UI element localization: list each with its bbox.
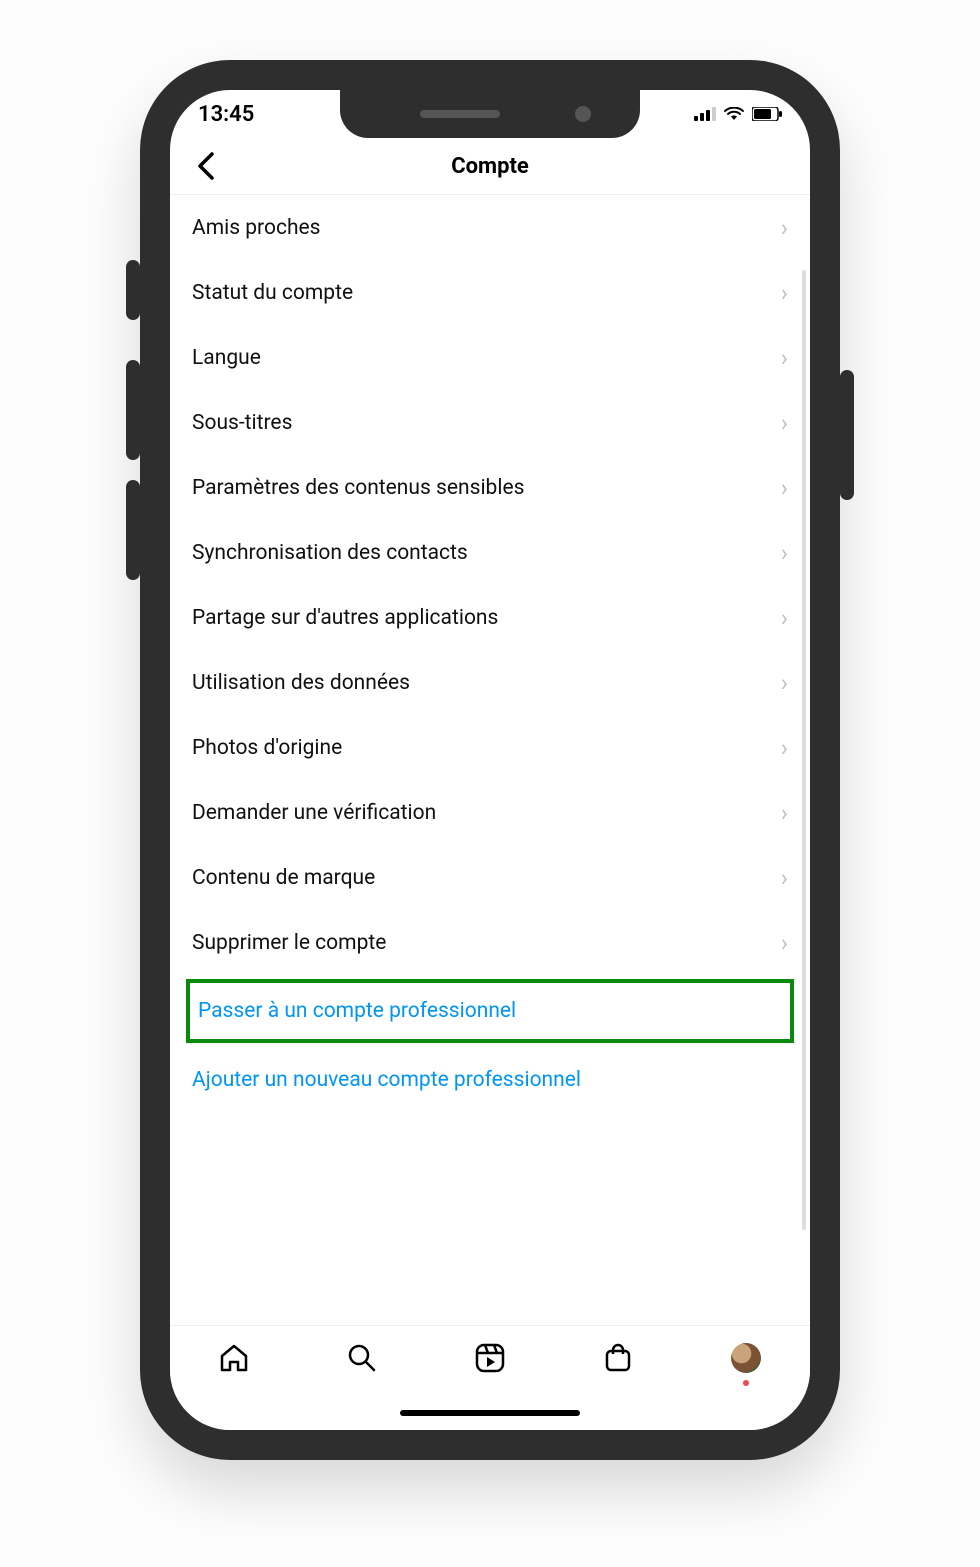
home-indicator [400, 1410, 580, 1416]
menu-item-label: Contenu de marque [192, 866, 375, 890]
wifi-icon [724, 107, 744, 121]
menu-item-switch-professional[interactable]: Passer à un compte professionnel [190, 983, 790, 1039]
tab-shop[interactable] [600, 1340, 636, 1376]
menu-item-label: Photos d'origine [192, 736, 342, 760]
home-icon [218, 1342, 250, 1374]
menu-item-label: Ajouter un nouveau compte professionnel [192, 1068, 581, 1092]
highlight-callout: Passer à un compte professionnel [186, 979, 794, 1043]
chevron-right-icon: › [781, 929, 788, 957]
menu-item-add-professional[interactable]: Ajouter un nouveau compte professionnel [170, 1047, 810, 1112]
volume-down-button [126, 480, 140, 580]
page-title: Compte [451, 154, 529, 179]
menu-item-close-friends[interactable]: Amis proches › [170, 195, 810, 260]
shop-icon [602, 1342, 634, 1374]
notch [340, 90, 640, 138]
menu-item-label: Langue [192, 346, 261, 370]
chevron-right-icon: › [781, 344, 788, 372]
chevron-left-icon [197, 152, 215, 180]
chevron-right-icon: › [781, 539, 788, 567]
menu-item-label: Synchronisation des contacts [192, 541, 468, 565]
battery-icon [752, 107, 782, 121]
menu-item-original-photos[interactable]: Photos d'origine › [170, 715, 810, 780]
status-indicators [694, 107, 782, 121]
cellular-signal-icon [694, 107, 716, 121]
status-time: 13:45 [198, 102, 254, 127]
screen: 13:45 Compte Amis proc [170, 90, 810, 1430]
menu-item-data-usage[interactable]: Utilisation des données › [170, 650, 810, 715]
phone-frame: 13:45 Compte Amis proc [140, 60, 840, 1460]
chevron-right-icon: › [781, 669, 788, 697]
tab-home[interactable] [216, 1340, 252, 1376]
menu-item-account-status[interactable]: Statut du compte › [170, 260, 810, 325]
settings-list: Amis proches › Statut du compte › Langue… [170, 195, 810, 1112]
scroll-indicator [802, 270, 806, 1230]
menu-item-contacts-sync[interactable]: Synchronisation des contacts › [170, 520, 810, 585]
menu-item-label: Supprimer le compte [192, 931, 386, 955]
chevron-right-icon: › [781, 604, 788, 632]
menu-item-captions[interactable]: Sous-titres › [170, 390, 810, 455]
menu-item-branded-content[interactable]: Contenu de marque › [170, 845, 810, 910]
menu-item-delete-account[interactable]: Supprimer le compte › [170, 910, 810, 975]
chevron-right-icon: › [781, 799, 788, 827]
menu-item-request-verification[interactable]: Demander une vérification › [170, 780, 810, 845]
tab-search[interactable] [344, 1340, 380, 1376]
menu-item-label: Paramètres des contenus sensibles [192, 476, 524, 500]
menu-item-sensitive-content[interactable]: Paramètres des contenus sensibles › [170, 455, 810, 520]
chevron-right-icon: › [781, 214, 788, 242]
nav-header: Compte [170, 138, 810, 195]
chevron-right-icon: › [781, 279, 788, 307]
search-icon [346, 1342, 378, 1374]
speaker-grille [420, 110, 500, 118]
menu-item-label: Utilisation des données [192, 671, 410, 695]
front-camera [575, 106, 591, 122]
menu-item-label: Statut du compte [192, 281, 353, 305]
menu-item-label: Sous-titres [192, 411, 292, 435]
volume-up-button [126, 360, 140, 460]
chevron-right-icon: › [781, 734, 788, 762]
chevron-right-icon: › [781, 409, 788, 437]
power-button [840, 370, 854, 500]
tab-reels[interactable] [472, 1340, 508, 1376]
profile-avatar-icon [731, 1343, 761, 1373]
menu-item-share-other-apps[interactable]: Partage sur d'autres applications › [170, 585, 810, 650]
menu-item-label: Passer à un compte professionnel [198, 999, 516, 1023]
mute-switch [126, 260, 140, 320]
menu-item-language[interactable]: Langue › [170, 325, 810, 390]
menu-item-label: Amis proches [192, 216, 320, 240]
notification-dot-icon [743, 1380, 749, 1386]
menu-item-label: Partage sur d'autres applications [192, 606, 498, 630]
menu-item-label: Demander une vérification [192, 801, 436, 825]
reels-icon [474, 1342, 506, 1374]
chevron-right-icon: › [781, 864, 788, 892]
chevron-right-icon: › [781, 474, 788, 502]
tab-profile[interactable] [728, 1340, 764, 1376]
back-button[interactable] [184, 138, 228, 194]
